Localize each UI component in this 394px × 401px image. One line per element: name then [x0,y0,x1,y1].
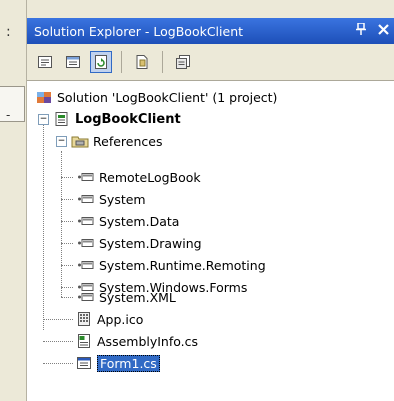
chevron-icon[interactable]: : [6,24,11,40]
close-icon[interactable] [372,23,394,39]
tree-node-file-selected[interactable]: Form1.cs [75,353,160,373]
collapse-toggle[interactable]: − [56,136,67,147]
tree-line [61,243,73,244]
tree-node-label: Form1.cs [97,354,160,372]
tree-line [43,115,44,330]
tree-node-reference[interactable]: System [77,189,146,209]
tree-line [43,341,73,342]
tree-node-label: System.Runtime.Remoting [99,257,266,273]
tree-node-label: System.Drawing [99,235,202,251]
tree-line [61,177,73,178]
tree-line [43,363,73,364]
assembly-reference-icon [77,212,95,230]
gutter-tab[interactable] [0,86,25,122]
view-designer-icon[interactable] [172,51,194,73]
tree-node-label: Solution 'LogBookClient' (1 project) [57,89,278,105]
assembly-reference-icon [77,288,95,306]
references-folder-icon [71,132,89,150]
tree-node-label: RemoteLogBook [99,169,201,185]
tree-node-label: System [99,191,146,207]
collapse-toggle[interactable]: − [38,114,49,125]
tree-line [61,297,73,298]
tree-line [61,199,73,200]
tree-node-project[interactable]: LogBookClient [53,109,181,129]
toolbar-separator [162,51,163,73]
refresh-icon[interactable] [90,51,112,73]
csharp-project-icon [53,110,71,128]
tree-node-label: App.ico [97,311,144,327]
panel-title: Solution Explorer - LogBookClient [34,23,244,39]
pin-icon[interactable] [350,22,372,39]
editor-gutter: : - [0,0,27,401]
tree-node-reference[interactable]: RemoteLogBook [77,167,201,187]
view-code-icon[interactable] [131,51,153,73]
tree-node-references[interactable]: References [71,131,162,151]
show-all-files-icon[interactable] [62,51,84,73]
csharp-file-icon [75,332,93,350]
tree-node-label: References [93,133,163,149]
tree-node-file[interactable]: App.ico [75,309,143,329]
assembly-reference-icon [77,168,95,186]
solution-icon [35,88,53,106]
tree-node-reference[interactable]: System.Runtime.Remoting [77,255,266,275]
tree-line [43,319,73,320]
assembly-reference-icon [77,256,95,274]
assembly-reference-icon [77,190,95,208]
tree-node-reference[interactable]: System.Data [77,211,179,231]
ico-file-icon [75,310,93,328]
tree-line [61,221,73,222]
toolbar-separator [121,51,122,73]
solution-tree: Solution 'LogBookClient' (1 project) − L… [27,80,394,401]
tree-node-label: LogBookClient [75,111,181,127]
assembly-reference-icon [77,234,95,252]
panel-titlebar: Solution Explorer - LogBookClient [27,18,394,44]
tree-node-solution[interactable]: Solution 'LogBookClient' (1 project) [35,87,277,107]
gutter-mark-icon: - [6,108,11,122]
tree-line [61,287,73,288]
tree-node-label: System.XML [99,289,176,305]
tree-node-label: System.Data [99,213,180,229]
form-file-icon [75,354,93,372]
properties-icon[interactable] [34,51,56,73]
tree-node-reference[interactable]: System.XML [77,287,176,307]
panel-toolbar [27,44,394,80]
tree-node-reference[interactable]: System.Drawing [77,233,202,253]
tree-node-label: AssemblyInfo.cs [97,333,199,349]
tree-line [61,265,73,266]
tree-line [61,151,62,297]
solution-explorer-panel: Solution Explorer - LogBookClient Soluti… [27,0,394,401]
tree-node-file[interactable]: AssemblyInfo.cs [75,331,198,351]
